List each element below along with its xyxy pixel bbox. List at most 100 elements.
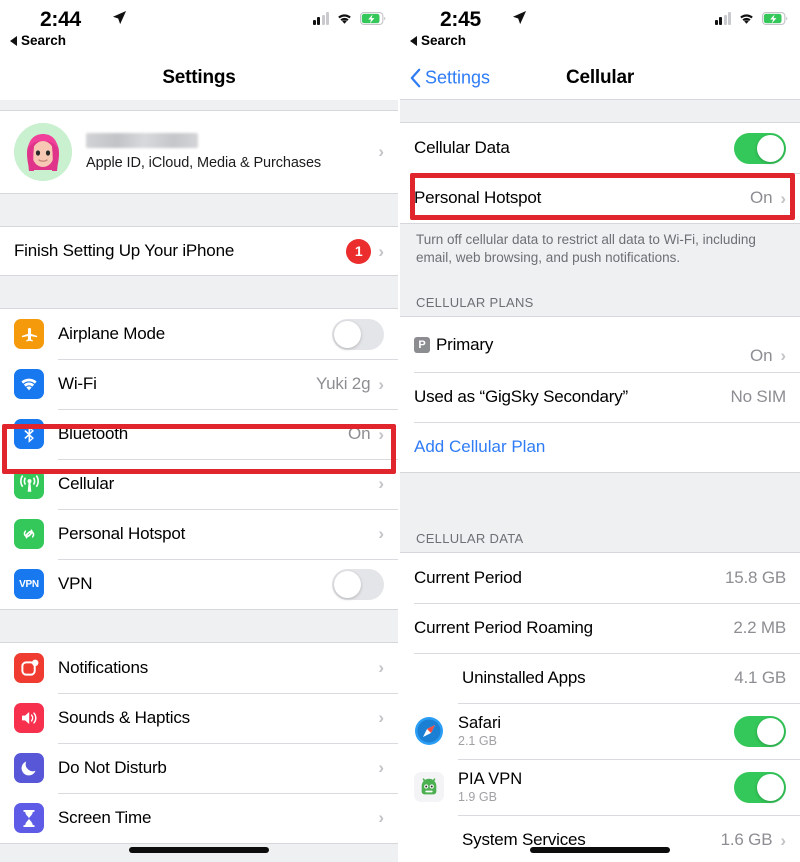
notifications-icon — [14, 653, 44, 683]
row-value: On — [750, 188, 773, 207]
sidebar-item-notifications[interactable]: Notifications › — [0, 643, 398, 693]
pia-vpn-icon — [414, 772, 444, 803]
chevron-left-icon — [410, 68, 421, 87]
plan-badge-icon: P — [414, 336, 430, 353]
location-arrow-icon — [112, 10, 127, 25]
row-label: Current Period — [414, 568, 522, 588]
app-text: PIA VPN 1.9 GB — [458, 770, 522, 804]
status-back-label: Search — [21, 33, 67, 48]
apple-id-row[interactable]: Apple ID, iCloud, Media & Purchases › — [0, 111, 398, 193]
safari-icon — [414, 716, 444, 746]
alerts-group: Notifications › Sounds & Haptics › Do No… — [0, 642, 398, 844]
back-triangle-icon — [410, 35, 417, 46]
sounds-icon — [14, 703, 44, 733]
row-plan-secondary[interactable]: Used as “GigSky Secondary” No SIM — [400, 372, 800, 423]
hourglass-icon — [14, 803, 44, 833]
row-label: Personal Hotspot — [58, 524, 186, 543]
safari-cellular-toggle[interactable] — [734, 715, 786, 747]
status-indicators — [714, 11, 789, 25]
chevron-right-icon: › — [780, 830, 786, 850]
home-indicator — [530, 847, 670, 853]
apple-id-subtitle: Apple ID, iCloud, Media & Purchases — [86, 155, 322, 171]
row-label: Notifications — [58, 658, 148, 677]
row-add-cellular-plan[interactable]: Add Cellular Plan — [400, 422, 800, 473]
moon-icon — [14, 753, 44, 783]
row-label: Airplane Mode — [58, 324, 166, 343]
cellular-data-group: Current Period 15.8 GB Current Period Ro… — [400, 552, 800, 862]
sidebar-item-wifi[interactable]: Wi-Fi Yuki 2g › — [0, 359, 398, 409]
list-gap — [0, 100, 398, 110]
pia-vpn-cellular-toggle[interactable] — [734, 771, 786, 803]
row-current-period-roaming[interactable]: Current Period Roaming 2.2 MB — [400, 603, 800, 654]
vpn-toggle[interactable] — [332, 568, 384, 600]
cellular-signal-icon — [312, 11, 329, 25]
chevron-right-icon: › — [378, 758, 384, 777]
cellular-data-footer-text: Turn off cellular data to restrict all d… — [400, 224, 800, 282]
wifi-icon — [740, 14, 753, 24]
row-current-period[interactable]: Current Period 15.8 GB — [400, 553, 800, 604]
row-system-services[interactable]: System Services 1.6 GB › — [400, 815, 800, 862]
row-label: Finish Setting Up Your iPhone — [14, 241, 235, 260]
app-name: PIA VPN — [458, 770, 523, 789]
list-gap — [400, 473, 800, 518]
back-to-settings-button[interactable]: Settings — [410, 67, 490, 88]
sidebar-item-vpn[interactable]: VPN VPN — [0, 559, 398, 609]
sidebar-item-bluetooth[interactable]: Bluetooth On › — [0, 409, 398, 459]
status-time: 2:44 — [40, 8, 81, 31]
row-label: Sounds & Haptics — [58, 708, 190, 727]
status-back-label: Search — [421, 33, 467, 48]
row-value: 4.1 GB — [734, 668, 786, 688]
chevron-right-icon: › — [378, 474, 384, 493]
row-label: Cellular Data — [414, 138, 510, 157]
sidebar-item-personal-hotspot[interactable]: Personal Hotspot › — [0, 509, 398, 559]
cellular-data-toggle[interactable] — [734, 132, 786, 164]
cellular-top-group: Cellular Data Personal Hotspot On › — [400, 122, 800, 224]
app-usage: 2.1 GB — [458, 734, 497, 749]
sidebar-item-screen-time[interactable]: Screen Time › — [0, 793, 398, 843]
row-value: On — [750, 346, 773, 366]
row-app-pia-vpn[interactable]: PIA VPN 1.9 GB — [400, 759, 800, 816]
cellular-data-header: CELLULAR DATA — [400, 517, 800, 553]
left-nav-bar: Settings — [0, 56, 398, 100]
row-label: Used as “GigSky Secondary” — [414, 387, 628, 407]
finish-setup-group: Finish Setting Up Your iPhone 1 › — [0, 226, 398, 276]
cellular-signal-icon — [714, 11, 731, 25]
status-back-to-search[interactable]: Search — [10, 33, 66, 48]
row-personal-hotspot[interactable]: Personal Hotspot On › — [400, 173, 800, 223]
cellular-plans-group: P Primary On › Used as “GigSky Secondary… — [400, 316, 800, 474]
sidebar-item-sounds-haptics[interactable]: Sounds & Haptics › — [0, 693, 398, 743]
account-name-redacted — [86, 133, 198, 148]
row-plan-primary[interactable]: P Primary On › — [400, 317, 800, 373]
page-title: Cellular — [565, 66, 635, 88]
cellular-settings-list[interactable]: Cellular Data Personal Hotspot On › Turn… — [400, 100, 800, 862]
status-indicators — [312, 11, 387, 25]
row-uninstalled-apps[interactable]: Uninstalled Apps 4.1 GB — [400, 653, 800, 704]
page-title: Settings — [162, 67, 236, 88]
chevron-right-icon: › — [378, 808, 384, 827]
row-value: 1.6 GB — [720, 830, 773, 850]
back-label: Settings — [425, 67, 491, 87]
chevron-right-icon: › — [780, 346, 786, 366]
vpn-icon: VPN — [14, 569, 44, 599]
left-settings-list[interactable]: Apple ID, iCloud, Media & Purchases › Fi… — [0, 100, 398, 862]
row-cellular-data[interactable]: Cellular Data — [400, 123, 800, 173]
wifi-icon — [14, 369, 44, 399]
row-label: Uninstalled Apps — [462, 668, 586, 688]
connectivity-group: Airplane Mode Wi-Fi Yuki 2g › Bluetooth … — [0, 308, 398, 610]
sidebar-item-cellular[interactable]: Cellular › — [0, 459, 398, 509]
apple-id-group: Apple ID, iCloud, Media & Purchases › — [0, 110, 398, 194]
chevron-right-icon: › — [780, 188, 786, 208]
chevron-right-icon: › — [378, 241, 384, 261]
sidebar-item-airplane-mode[interactable]: Airplane Mode — [0, 309, 398, 359]
cellular-icon — [14, 469, 44, 499]
app-text: Safari 2.1 GB — [458, 714, 501, 748]
status-back-to-search[interactable]: Search — [410, 33, 466, 48]
row-label: Wi-Fi — [58, 374, 97, 393]
add-cellular-plan-link: Add Cellular Plan — [414, 437, 546, 457]
airplane-mode-toggle[interactable] — [332, 318, 384, 350]
list-gap — [0, 276, 398, 308]
row-app-safari[interactable]: Safari 2.1 GB — [400, 703, 800, 760]
row-value: On — [348, 424, 371, 443]
sidebar-item-do-not-disturb[interactable]: Do Not Disturb › — [0, 743, 398, 793]
row-finish-setup[interactable]: Finish Setting Up Your iPhone 1 › — [0, 227, 398, 275]
